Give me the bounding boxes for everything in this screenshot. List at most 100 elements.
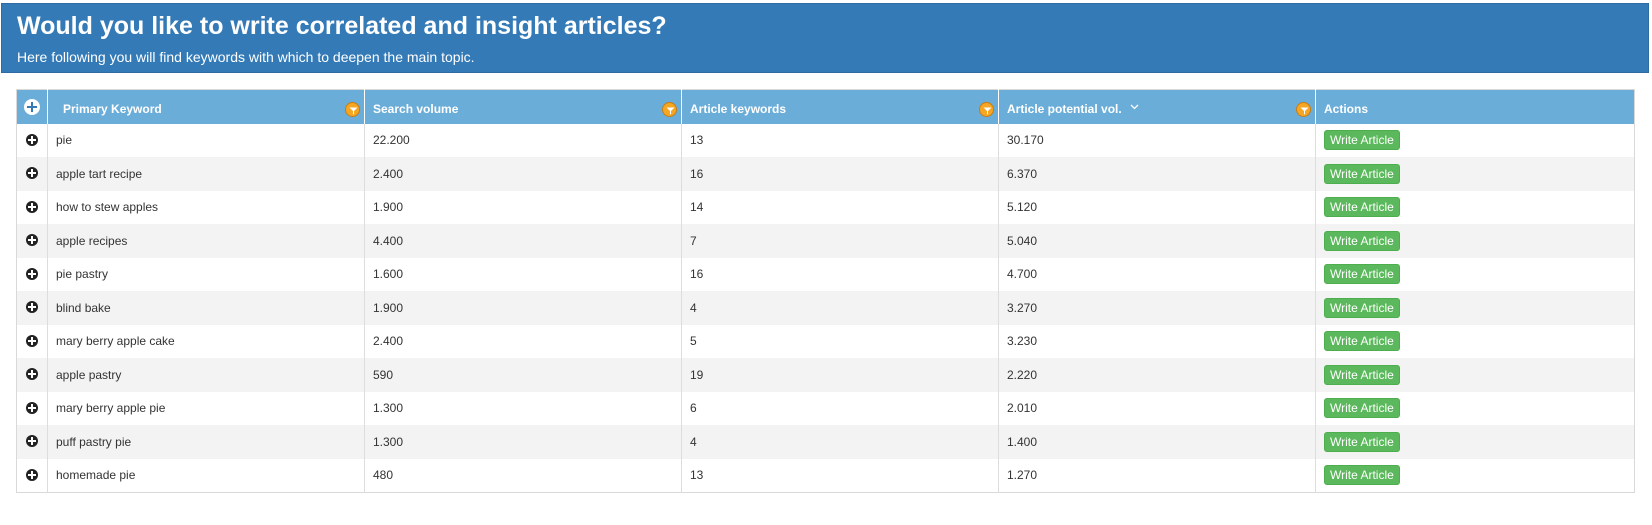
cell-search-volume: 2.400: [364, 157, 682, 191]
cell-article-potential: 1.400: [998, 425, 1316, 459]
cell-primary-keyword: blind bake: [47, 291, 365, 325]
expand-row-icon[interactable]: [26, 334, 38, 347]
expand-row-icon[interactable]: [26, 267, 38, 280]
table-row: apple tart recipe 2.400 16 6.370 Write A…: [16, 157, 1635, 191]
table-header: Primary Keyword Search volume Article ke…: [16, 89, 1635, 124]
cell-search-volume: 22.200: [364, 123, 682, 157]
cell-article-keywords: 13: [681, 458, 999, 492]
filter-icon[interactable]: [1296, 102, 1311, 117]
expand-row-cell[interactable]: [16, 358, 48, 392]
cell-article-potential: 30.170: [998, 123, 1316, 157]
header-banner: Would you like to write correlated and i…: [1, 3, 1649, 73]
write-article-button[interactable]: Write Article: [1324, 130, 1400, 151]
cell-primary-keyword: homemade pie: [47, 458, 365, 492]
expand-row-icon[interactable]: [26, 368, 38, 381]
cell-article-potential: 6.370: [998, 157, 1316, 191]
cell-article-keywords: 4: [681, 291, 999, 325]
table-row: apple pastry 590 19 2.220 Write Article: [16, 358, 1635, 392]
cell-article-potential: 5.040: [998, 224, 1316, 258]
cell-actions: Write Article: [1315, 157, 1635, 191]
filter-icon[interactable]: [662, 102, 677, 117]
page-title: Would you like to write correlated and i…: [17, 12, 667, 40]
expand-row-icon[interactable]: [26, 435, 38, 448]
cell-actions: Write Article: [1315, 257, 1635, 291]
cell-actions: Write Article: [1315, 123, 1635, 157]
write-article-button[interactable]: Write Article: [1324, 331, 1400, 352]
cell-search-volume: 2.400: [364, 324, 682, 358]
expand-row-icon[interactable]: [26, 234, 38, 247]
cell-primary-keyword: apple tart recipe: [47, 157, 365, 191]
cell-search-volume: 1.600: [364, 257, 682, 291]
table-row: mary berry apple cake 2.400 5 3.230 Writ…: [16, 324, 1635, 358]
expand-row-icon[interactable]: [26, 401, 38, 414]
expand-row-cell[interactable]: [16, 190, 48, 224]
cell-article-keywords: 16: [681, 257, 999, 291]
column-header-article-keywords[interactable]: Article keywords: [681, 89, 999, 124]
write-article-button[interactable]: Write Article: [1324, 197, 1400, 218]
filter-icon[interactable]: [979, 102, 994, 117]
write-article-button[interactable]: Write Article: [1324, 398, 1400, 419]
cell-article-keywords: 7: [681, 224, 999, 258]
write-article-button[interactable]: Write Article: [1324, 465, 1400, 485]
cell-article-keywords: 16: [681, 157, 999, 191]
cell-primary-keyword: puff pastry pie: [47, 425, 365, 459]
page-subtitle: Here following you will find keywords wi…: [17, 49, 475, 65]
column-header-article-potential[interactable]: Article potential vol.: [998, 89, 1316, 124]
write-article-button[interactable]: Write Article: [1324, 264, 1400, 285]
column-header-search-volume[interactable]: Search volume: [364, 89, 682, 124]
keywords-table: Primary Keyword Search volume Article ke…: [16, 89, 1635, 493]
expand-row-icon[interactable]: [26, 200, 38, 213]
expand-row-icon[interactable]: [26, 133, 38, 146]
cell-article-potential: 2.220: [998, 358, 1316, 392]
cell-search-volume: 1.900: [364, 190, 682, 224]
filter-icon[interactable]: [345, 102, 360, 117]
sort-descending-icon[interactable]: [1130, 99, 1139, 113]
expand-row-icon[interactable]: [26, 468, 38, 481]
table-body: pie 22.200 13 30.170 Write Article apple…: [16, 123, 1635, 492]
expand-row-cell[interactable]: [16, 157, 48, 191]
cell-primary-keyword: pie: [47, 123, 365, 157]
expand-row-cell[interactable]: [16, 291, 48, 325]
expand-row-cell[interactable]: [16, 123, 48, 157]
cell-search-volume: 1.300: [364, 391, 682, 425]
write-article-button[interactable]: Write Article: [1324, 230, 1400, 251]
table-header-row: Primary Keyword Search volume Article ke…: [16, 89, 1635, 124]
write-article-button[interactable]: Write Article: [1324, 364, 1400, 385]
expand-row-icon[interactable]: [26, 167, 38, 180]
cell-primary-keyword: mary berry apple cake: [47, 324, 365, 358]
table-row: pie pastry 1.600 16 4.700 Write Article: [16, 257, 1635, 291]
plus-circle-icon[interactable]: [24, 99, 40, 116]
table-row: pie 22.200 13 30.170 Write Article: [16, 123, 1635, 157]
expand-row-cell[interactable]: [16, 257, 48, 291]
column-header-label: Actions: [1324, 101, 1369, 116]
cell-primary-keyword: apple recipes: [47, 224, 365, 258]
cell-primary-keyword: mary berry apple pie: [47, 391, 365, 425]
column-header-primary-keyword[interactable]: Primary Keyword: [47, 89, 365, 124]
expand-row-cell[interactable]: [16, 425, 48, 459]
cell-primary-keyword: apple pastry: [47, 358, 365, 392]
expand-row-cell[interactable]: [16, 224, 48, 258]
expand-row-cell[interactable]: [16, 391, 48, 425]
cell-search-volume: 1.300: [364, 425, 682, 459]
column-header-actions: Actions: [1315, 89, 1635, 124]
write-article-button[interactable]: Write Article: [1324, 163, 1400, 184]
expand-row-cell[interactable]: [16, 458, 48, 492]
keywords-table-container: Primary Keyword Search volume Article ke…: [16, 89, 1635, 493]
write-article-button[interactable]: Write Article: [1324, 297, 1400, 318]
cell-actions: Write Article: [1315, 458, 1635, 492]
cell-article-keywords: 4: [681, 425, 999, 459]
table-row: homemade pie 480 13 1.270 Write Article: [16, 458, 1635, 492]
cell-actions: Write Article: [1315, 425, 1635, 459]
expand-row-icon[interactable]: [26, 301, 38, 314]
cell-search-volume: 590: [364, 358, 682, 392]
cell-search-volume: 480: [364, 458, 682, 492]
expand-row-cell[interactable]: [16, 324, 48, 358]
write-article-button[interactable]: Write Article: [1324, 431, 1400, 452]
expand-all-header[interactable]: [16, 89, 48, 124]
table-row: how to stew apples 1.900 14 5.120 Write …: [16, 190, 1635, 224]
cell-primary-keyword: how to stew apples: [47, 190, 365, 224]
table-row: puff pastry pie 1.300 4 1.400 Write Arti…: [16, 425, 1635, 459]
cell-article-keywords: 14: [681, 190, 999, 224]
cell-article-potential: 2.010: [998, 391, 1316, 425]
cell-actions: Write Article: [1315, 190, 1635, 224]
